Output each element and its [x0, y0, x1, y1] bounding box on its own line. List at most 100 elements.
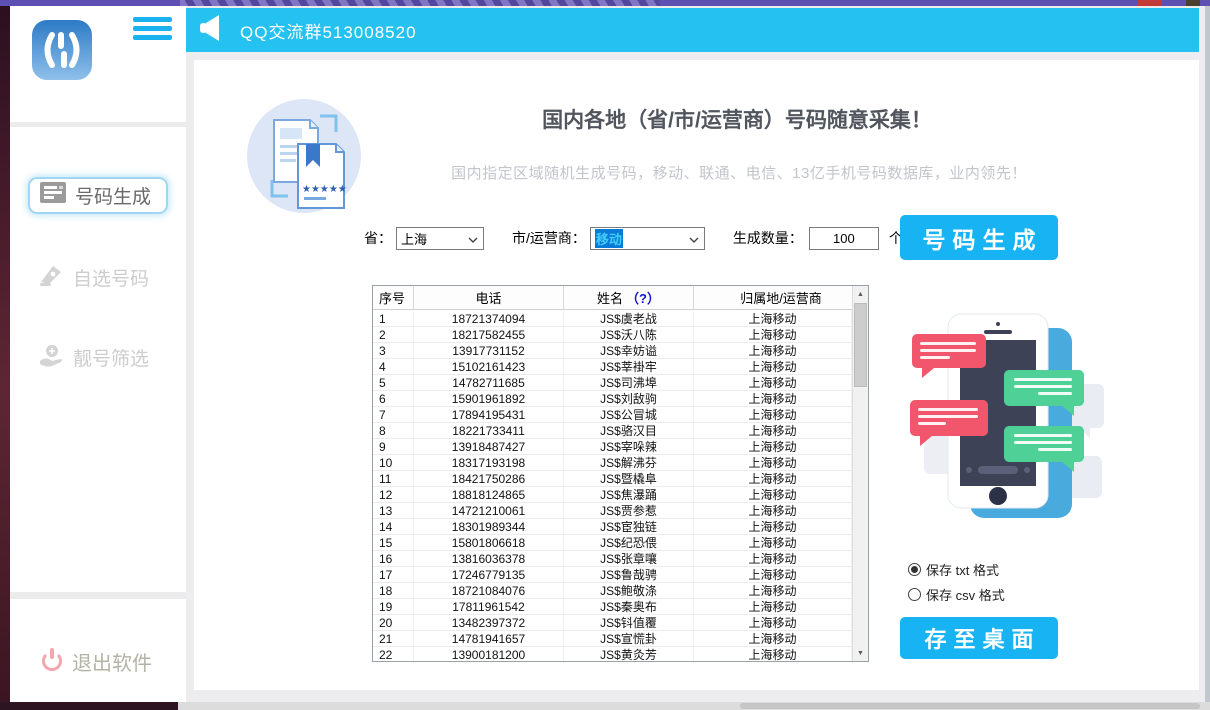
table-row[interactable]: 1717246779135JS$鲁哉骋上海移动	[373, 567, 852, 583]
table-cell: JS$鲁哉骋	[564, 567, 694, 582]
table-row[interactable]: 1818721084076JS$鲍敬涤上海移动	[373, 583, 852, 599]
table-row[interactable]: 1118421750286JS$暨橇阜上海移动	[373, 471, 852, 487]
table-cell: 22	[373, 647, 414, 661]
table-cell: 上海移动	[694, 487, 852, 502]
table-cell: 上海移动	[694, 535, 852, 550]
table-cell: JS$秦奥布	[564, 599, 694, 614]
table-cell: JS$黄灸芳	[564, 647, 694, 661]
table-cell: 上海移动	[694, 583, 852, 598]
sidebar-divider	[10, 122, 186, 127]
table-cell: 9	[373, 439, 414, 454]
scroll-thumb[interactable]	[854, 303, 867, 387]
col-region: 归属地/运营商	[694, 286, 868, 309]
table-cell: 6	[373, 391, 414, 406]
table-cell: 14781941657	[414, 631, 564, 646]
table-cell: JS$贾参惹	[564, 503, 694, 518]
table-cell: JS$宰哚辣	[564, 439, 694, 454]
table-cell: JS$骆汉目	[564, 423, 694, 438]
chevron-down-icon	[689, 231, 699, 246]
save-txt-radio[interactable]: 保存 txt 格式	[908, 560, 999, 579]
sidebar-item-custom-number[interactable]: 自选号码	[28, 259, 168, 296]
table-row[interactable]: 514782711685JS$司沸埠上海移动	[373, 375, 852, 391]
table-row[interactable]: 2013482397372JS$钭值覆上海移动	[373, 615, 852, 631]
table-cell: 17	[373, 567, 414, 582]
table-row[interactable]: 1418301989344JS$宦独链上海移动	[373, 519, 852, 535]
table-row[interactable]: 1515801806618JS$纪恐偎上海移动	[373, 535, 852, 551]
table-cell: 上海移动	[694, 567, 852, 582]
desktop-background-right	[1205, 6, 1210, 702]
announcement-text: QQ交流群513008520	[240, 18, 417, 43]
city-operator-select[interactable]: 移动	[590, 227, 705, 250]
table-cell: JS$虞老战	[564, 311, 694, 326]
table-row[interactable]: 118721374094JS$虞老战上海移动	[373, 311, 852, 327]
save-csv-radio[interactable]: 保存 csv 格式	[908, 585, 1005, 604]
content-card: ★★★★★ 国内各地（省/市/运营商）号码随意采集！ 国内指定区域随机生成号码，…	[194, 60, 1199, 690]
sidebar: 号码生成 自选号码 靓号筛选 退出软件	[10, 6, 186, 702]
table-row[interactable]: 1314721210061JS$贾参惹上海移动	[373, 503, 852, 519]
table-cell: 19	[373, 599, 414, 614]
table-cell: 18317193198	[414, 455, 564, 470]
sidebar-item-number-generate[interactable]: 号码生成	[28, 177, 168, 214]
table-cell: 上海移动	[694, 359, 852, 374]
documents-illustration: ★★★★★	[244, 96, 364, 216]
table-row[interactable]: 1218818124865JS$焦瀑踊上海移动	[373, 487, 852, 503]
table-scrollbar[interactable]: ▲ ▼	[852, 286, 868, 661]
radio-label: 保存 txt 格式	[926, 560, 999, 579]
table-cell: 21	[373, 631, 414, 646]
province-label: 省：	[364, 228, 392, 248]
name-help-hint[interactable]: （?）	[626, 288, 660, 307]
horizontal-scrollbar-thumb[interactable]	[740, 703, 1200, 709]
col-phone: 电话	[414, 286, 564, 309]
table-cell: JS$鲍敬涤	[564, 583, 694, 598]
table-row[interactable]: 717894195431JS$公冒城上海移动	[373, 407, 852, 423]
table-cell: 18421750286	[414, 471, 564, 486]
sidebar-item-label: 号码生成	[75, 182, 151, 209]
svg-text:★★★★★: ★★★★★	[302, 184, 347, 195]
table-cell: 18721374094	[414, 311, 564, 326]
table-body: 118721374094JS$虞老战上海移动218217582455JS$沃八陈…	[373, 311, 852, 661]
table-row[interactable]: 2213900181200JS$黄灸芳上海移动	[373, 647, 852, 661]
table-cell: 13816036378	[414, 551, 564, 566]
table-cell: 4	[373, 359, 414, 374]
table-cell: 20	[373, 615, 414, 630]
table-row[interactable]: 218217582455JS$沃八陈上海移动	[373, 327, 852, 343]
exit-app-button[interactable]: 退出软件	[42, 644, 152, 678]
table-row[interactable]: 913918487427JS$宰哚辣上海移动	[373, 439, 852, 455]
table-cell: 14782711685	[414, 375, 564, 390]
scroll-up-arrow[interactable]: ▲	[853, 286, 868, 302]
table-cell: 15	[373, 535, 414, 550]
save-to-desktop-button[interactable]: 存至桌面	[900, 617, 1058, 659]
table-cell: JS$幸妨谥	[564, 343, 694, 358]
count-input[interactable]	[809, 227, 879, 250]
table-cell: 13482397372	[414, 615, 564, 630]
table-row[interactable]: 818221733411JS$骆汉目上海移动	[373, 423, 852, 439]
table-row[interactable]: 1613816036378JS$张章嚷上海移动	[373, 551, 852, 567]
table-row[interactable]: 313917731152JS$幸妨谥上海移动	[373, 343, 852, 359]
exit-label: 退出软件	[72, 647, 152, 676]
city-operator-label: 市/运营商：	[512, 228, 586, 248]
sidebar-item-premium-filter[interactable]: 靓号筛选	[28, 339, 168, 376]
table-row[interactable]: 1917811961542JS$秦奥布上海移动	[373, 599, 852, 615]
speaker-icon	[196, 12, 228, 49]
page-subtitle: 国内指定区域随机生成号码，移动、联通、电信、13亿手机号码数据库，业内领先！	[394, 162, 1084, 183]
desktop-corner	[0, 702, 178, 710]
table-cell: JS$解沸芬	[564, 455, 694, 470]
table-cell: 13917731152	[414, 343, 564, 358]
scroll-down-arrow[interactable]: ▼	[853, 645, 868, 661]
table-row[interactable]: 2114781941657JS$宣慌卦上海移动	[373, 631, 852, 647]
generation-form: 省： 上海 市/运营商： 移动 生成数量： 个数	[364, 226, 917, 250]
sidebar-item-label: 自选号码	[73, 264, 149, 291]
table-row[interactable]: 615901961892JS$刘敌驹上海移动	[373, 391, 852, 407]
province-select[interactable]: 上海	[396, 227, 484, 250]
table-cell: 上海移动	[694, 455, 852, 470]
generate-button[interactable]: 号码生成	[900, 215, 1058, 260]
table-cell: 18818124865	[414, 487, 564, 502]
table-row[interactable]: 1018317193198JS$解沸芬上海移动	[373, 455, 852, 471]
table-cell: JS$纪恐偎	[564, 535, 694, 550]
table-cell: 上海移动	[694, 647, 852, 661]
col-name-text: 姓名	[597, 288, 623, 307]
menu-icon[interactable]	[133, 17, 173, 45]
table-cell: 18	[373, 583, 414, 598]
table-cell: 上海移动	[694, 503, 852, 518]
table-row[interactable]: 415102161423JS$莘褂牢上海移动	[373, 359, 852, 375]
